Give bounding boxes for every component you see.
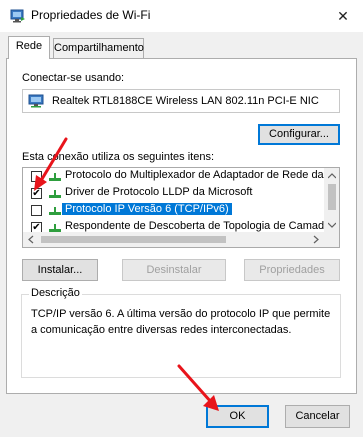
tab-rede[interactable]: Rede bbox=[8, 36, 50, 59]
list-item[interactable]: Protocolo IP Versão 6 (TCP/IPv6) bbox=[23, 202, 324, 219]
window-title: Propriedades de Wi-Fi bbox=[31, 8, 151, 22]
annotation-arrow-icon bbox=[177, 364, 219, 411]
install-button[interactable]: Instalar... bbox=[22, 259, 98, 281]
scroll-thumb[interactable] bbox=[328, 184, 336, 210]
properties-button[interactable]: Propriedades bbox=[244, 259, 340, 281]
wifi-network-icon bbox=[10, 9, 25, 23]
chevron-up-icon[interactable] bbox=[328, 173, 336, 179]
tab-compartilhamento[interactable]: Compartilhamento bbox=[53, 38, 144, 59]
item-label: Protocolo IP Versão 6 (TCP/IPv6) bbox=[61, 202, 233, 216]
description-legend: Descrição bbox=[29, 287, 82, 299]
cancel-button[interactable]: Cancelar bbox=[285, 405, 350, 428]
item-label: Respondente de Descoberta de Topologia d… bbox=[65, 220, 331, 232]
network-adapter-icon bbox=[28, 94, 44, 108]
adapter-name: Realtek RTL8188CE Wireless LAN 802.11n P… bbox=[52, 95, 319, 107]
vertical-scrollbar[interactable] bbox=[324, 168, 339, 247]
horizontal-scrollbar[interactable] bbox=[23, 232, 324, 247]
chevron-right-icon[interactable] bbox=[313, 235, 319, 244]
configure-button[interactable]: Configurar... bbox=[258, 124, 340, 145]
annotation-arrow-icon bbox=[34, 137, 68, 191]
description-text: TCP/IP versão 6. A última versão do prot… bbox=[31, 308, 331, 336]
close-button[interactable]: ✕ bbox=[330, 4, 356, 28]
item-label: Protocolo do Multiplexador de Adaptador … bbox=[65, 169, 336, 181]
uninstall-button[interactable]: Desinstalar bbox=[122, 259, 226, 281]
chevron-down-icon[interactable] bbox=[328, 222, 336, 228]
chevron-left-icon[interactable] bbox=[28, 235, 34, 244]
network-protocol-icon bbox=[49, 207, 61, 215]
connect-using-label: Conectar-se usando: bbox=[22, 72, 125, 84]
item-checkbox[interactable] bbox=[31, 205, 42, 216]
hscroll-thumb[interactable] bbox=[41, 236, 226, 243]
item-label: Driver de Protocolo LLDP da Microsoft bbox=[65, 186, 253, 198]
